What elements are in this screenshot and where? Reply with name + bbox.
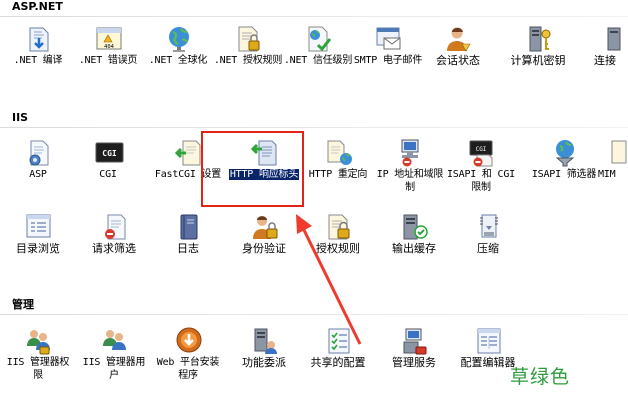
- error-page-icon: 404: [94, 24, 124, 54]
- watermark-text: 草绿色: [510, 366, 571, 388]
- feature-dotnet-trust-levels[interactable]: .NET 信任级别: [282, 24, 354, 90]
- feature-label: ISAPI 和 CGI 限制: [446, 169, 515, 193]
- feature-label: .NET 授权规则: [213, 55, 283, 66]
- feature-label: HTTP 重定向: [308, 169, 368, 180]
- feature-dotnet-globalization[interactable]: .NET 全球化: [142, 24, 214, 90]
- feature-request-filtering[interactable]: 请求筛选: [78, 212, 150, 278]
- feature-label: ISAPI 筛选器: [531, 169, 597, 180]
- feature-dotnet-authorization[interactable]: .NET 授权规则: [212, 24, 284, 90]
- feature-session-state[interactable]: 会话状态: [422, 24, 494, 90]
- isapi-filter-icon: [550, 138, 580, 168]
- feature-isapi-cgi-restrictions[interactable]: CGI ISAPI 和 CGI 限制: [445, 138, 517, 204]
- feature-label: .NET 信任级别: [283, 55, 353, 66]
- feature-label: 共享的配置: [310, 356, 366, 369]
- compile-icon: [24, 24, 54, 54]
- feature-label: 输出缓存: [392, 242, 436, 255]
- isapi-cgi-icon: CGI: [467, 138, 497, 168]
- feature-mime-types[interactable]: MIM: [598, 138, 628, 204]
- feature-directory-browsing[interactable]: 目录浏览: [2, 212, 74, 278]
- feature-label: ASP: [29, 169, 47, 180]
- ip-restrict-icon: [396, 138, 426, 168]
- config-editor-icon: [474, 326, 504, 356]
- feature-isapi-filters[interactable]: ISAPI 筛选器: [528, 138, 600, 204]
- annotation-arrow: [296, 214, 362, 345]
- compression-icon: [474, 212, 504, 242]
- section-divider: [0, 127, 628, 128]
- feature-label: .NET 全球化: [148, 55, 208, 66]
- svg-text:CGI: CGI: [476, 146, 487, 153]
- feature-asp[interactable]: ASP: [2, 138, 74, 204]
- section-title-management: 管理: [12, 298, 34, 311]
- feature-logging[interactable]: 日志: [152, 212, 224, 278]
- feature-smtp-email[interactable]: SMTP 电子邮件: [352, 24, 424, 90]
- globe-icon: [164, 24, 194, 54]
- feature-dotnet-error-pages[interactable]: 404 .NET 错误页: [72, 24, 144, 90]
- feature-label: 计算机密钥: [510, 54, 566, 67]
- feature-label: .NET 编译: [13, 55, 63, 66]
- feature-label: CGI: [99, 169, 117, 180]
- machine-key-icon: [524, 24, 554, 54]
- feature-label: 会话状态: [436, 54, 480, 67]
- highlight-box: [201, 131, 304, 207]
- section-title-aspnet: ASP.NET: [12, 0, 63, 13]
- feature-delegation-icon: [250, 326, 280, 356]
- feature-label: SMTP 电子邮件: [353, 55, 423, 66]
- management-service-icon: [400, 326, 430, 356]
- output-cache-icon: [400, 212, 430, 242]
- feature-dotnet-compile[interactable]: .NET 编译: [2, 24, 74, 90]
- feature-web-platform-installer[interactable]: Web 平台安装程序: [152, 326, 224, 392]
- cgi-icon: CGI: [94, 138, 124, 168]
- manager-permissions-icon: [24, 326, 54, 356]
- feature-output-caching[interactable]: 输出缓存: [378, 212, 450, 278]
- redirect-icon: [324, 138, 354, 168]
- feature-label: 请求筛选: [92, 242, 136, 255]
- manager-users-icon: [100, 326, 130, 356]
- feature-label: 压缩: [477, 242, 499, 255]
- feature-machine-key[interactable]: 计算机密钥: [502, 24, 574, 90]
- feature-label: MIM: [598, 169, 616, 180]
- section-divider: [0, 16, 628, 17]
- svg-text:404: 404: [104, 44, 115, 50]
- section-header-aspnet: ASP.NET: [0, 0, 628, 17]
- feature-label: .NET 错误页: [78, 55, 138, 66]
- web-platform-installer-icon: [174, 326, 204, 356]
- request-filter-icon: [100, 212, 130, 242]
- feature-cgi[interactable]: CGI CGI: [72, 138, 144, 204]
- feature-label: Web 平台安装程序: [156, 357, 220, 381]
- lock-document-icon: [234, 24, 264, 54]
- trust-document-icon: [304, 24, 334, 54]
- feature-iis-manager-permissions[interactable]: IIS 管理器权限: [2, 326, 74, 392]
- directory-browse-icon: [24, 212, 54, 242]
- feature-label: 目录浏览: [16, 242, 60, 255]
- feature-iis-manager-users[interactable]: IIS 管理器用户: [78, 326, 150, 392]
- feature-label: IIS 管理器用户: [82, 357, 146, 381]
- feature-label: IIS 管理器权限: [6, 357, 70, 381]
- asp-document-icon: [24, 138, 54, 168]
- feature-label: 日志: [177, 242, 199, 255]
- email-icon: [374, 24, 404, 54]
- fastcgi-icon: [174, 138, 204, 168]
- feature-label: 连接: [594, 54, 616, 67]
- mime-icon: [606, 138, 628, 168]
- session-user-icon: [444, 24, 474, 54]
- log-book-icon: [174, 212, 204, 242]
- connection-icon: [604, 24, 628, 54]
- feature-management-service[interactable]: 管理服务: [378, 326, 450, 392]
- feature-http-redirect[interactable]: HTTP 重定向: [302, 138, 374, 204]
- section-header-iis: IIS: [0, 111, 628, 128]
- section-title-iis: IIS: [12, 111, 29, 124]
- feature-label: 管理服务: [392, 356, 436, 369]
- feature-label: 功能委派: [242, 356, 286, 369]
- feature-connections[interactable]: 连接: [582, 24, 628, 90]
- feature-label: IP 地址和域限制: [376, 169, 444, 193]
- feature-compression[interactable]: 压缩: [452, 212, 524, 278]
- authentication-icon: [250, 212, 280, 242]
- feature-ip-domain-restrictions[interactable]: IP 地址和域限制: [374, 138, 446, 204]
- svg-text:CGI: CGI: [102, 149, 117, 158]
